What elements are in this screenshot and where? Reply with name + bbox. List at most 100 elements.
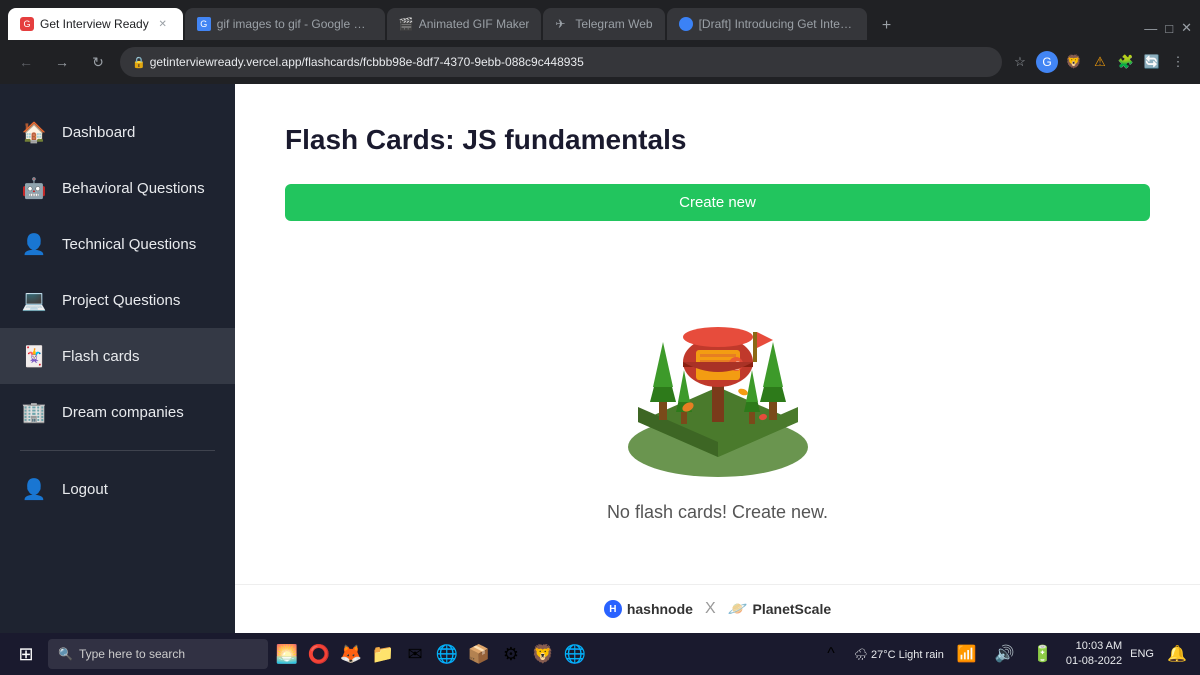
sidebar-label-flashcards: Flash cards — [62, 348, 140, 365]
profile-icon[interactable]: G — [1036, 51, 1058, 73]
sidebar-label-logout: Logout — [62, 481, 108, 498]
sidebar-item-flashcards[interactable]: 🃏 Flash cards — [0, 328, 235, 384]
sidebar-label-dashboard: Dashboard — [62, 124, 135, 141]
brave-icon[interactable]: 🦁 — [1064, 52, 1084, 72]
dashboard-icon: 🏠 — [20, 118, 48, 146]
sidebar-item-project[interactable]: 💻 Project Questions — [0, 272, 235, 328]
tab-bar-controls: — □ ✕ — [1144, 20, 1192, 40]
start-button[interactable]: ⊞ — [8, 636, 44, 672]
footer-hashnode: H hashnode — [604, 600, 693, 618]
tab-bar: G Get Interview Ready ✕ G gif images to … — [0, 0, 1200, 40]
lang-display: ENG — [1130, 648, 1154, 660]
back-button[interactable]: ← — [12, 48, 40, 76]
create-new-button[interactable]: Create new — [285, 184, 1150, 221]
address-text: getinterviewready.vercel.app/flashcards/… — [150, 55, 584, 69]
address-bar: ← → ↻ 🔒 getinterviewready.vercel.app/fla… — [0, 40, 1200, 84]
refresh-button[interactable]: ↻ — [84, 48, 112, 76]
tab-close-active[interactable]: ✕ — [155, 16, 171, 32]
tab-label-4: Telegram Web — [575, 17, 652, 31]
menu-icon[interactable]: ⋮ — [1168, 52, 1188, 72]
tab-favicon-4: ✈ — [555, 17, 569, 31]
taskbar-chevron-icon[interactable]: ^ — [816, 639, 846, 669]
taskbar-icon-8[interactable]: ⚙ — [496, 639, 526, 669]
taskbar-icon-4[interactable]: 📁 — [368, 639, 398, 669]
footer: H hashnode X 🪐 PlanetScale — [235, 584, 1200, 633]
search-icon: 🔍 — [58, 647, 73, 661]
footer-separator: X — [705, 600, 716, 618]
taskbar: ⊞ 🔍 Type here to search 🌅 ⭕ 🦊 📁 ✉ 🌐 📦 ⚙ … — [0, 633, 1200, 675]
taskbar-icon-6[interactable]: 🌐 — [432, 639, 462, 669]
date-display: 01-08-2022 — [1066, 654, 1122, 669]
taskbar-icon-chrome[interactable]: 🌐 — [560, 639, 590, 669]
sidebar-item-dream[interactable]: 🏢 Dream companies — [0, 384, 235, 440]
logout-icon: 👤 — [20, 475, 48, 503]
taskbar-icon-brave[interactable]: 🦁 — [528, 639, 558, 669]
sidebar-label-dream: Dream companies — [62, 404, 184, 421]
bookmark-icon[interactable]: ☆ — [1010, 52, 1030, 72]
taskbar-icon-5[interactable]: ✉ — [400, 639, 430, 669]
sidebar-label-behavioral: Behavioral Questions — [62, 180, 205, 197]
taskbar-battery-icon[interactable]: 🔋 — [1028, 639, 1058, 669]
hashnode-icon: H — [604, 600, 622, 618]
taskbar-app-icons: 🌅 ⭕ 🦊 📁 ✉ 🌐 📦 ⚙ 🦁 🌐 — [272, 639, 590, 669]
search-placeholder: Type here to search — [79, 647, 185, 661]
taskbar-notification-icon[interactable]: 🔔 — [1162, 639, 1192, 669]
planetscale-icon: 🪐 — [728, 599, 748, 619]
app-layout: 🏠 Dashboard 🤖 Behavioral Questions 👤 Tec… — [0, 84, 1200, 633]
tab-label-5: [Draft] Introducing Get Interview Rea... — [699, 17, 855, 31]
planetscale-label: PlanetScale — [753, 601, 832, 617]
taskbar-icon-2[interactable]: ⭕ — [304, 639, 334, 669]
sidebar-label-project: Project Questions — [62, 292, 180, 309]
new-tab-button[interactable]: + — [873, 12, 901, 40]
close-button[interactable]: ✕ — [1181, 20, 1192, 36]
tab-label-2: gif images to gif - Google Search — [217, 17, 373, 31]
taskbar-right: ^ 🌧 27°C Light rain 📶 🔊 🔋 10:03 AM 01-08… — [816, 639, 1192, 670]
address-input[interactable]: 🔒 getinterviewready.vercel.app/flashcard… — [120, 47, 1002, 77]
time-display: 10:03 AM — [1066, 639, 1122, 654]
weather-icon: 🌧 — [854, 649, 868, 661]
main-content: Flash Cards: JS fundamentals Create new — [235, 84, 1200, 584]
maximize-button[interactable]: □ — [1165, 21, 1173, 36]
empty-state: @ No flash cards! Create new. — [285, 241, 1150, 544]
dream-icon: 🏢 — [20, 398, 48, 426]
tab-gif-search[interactable]: G gif images to gif - Google Search — [185, 8, 385, 40]
sidebar-item-technical[interactable]: 👤 Technical Questions — [0, 216, 235, 272]
extensions-icon[interactable]: 🧩 — [1116, 52, 1136, 72]
taskbar-icon-1[interactable]: 🌅 — [272, 639, 302, 669]
taskbar-icon-3[interactable]: 🦊 — [336, 639, 366, 669]
tab-gif-maker[interactable]: 🎬 Animated GIF Maker — [387, 8, 542, 40]
page-title: Flash Cards: JS fundamentals — [285, 124, 1150, 156]
sidebar-item-behavioral[interactable]: 🤖 Behavioral Questions — [0, 160, 235, 216]
sidebar-item-logout[interactable]: 👤 Logout — [0, 461, 235, 517]
project-icon: 💻 — [20, 286, 48, 314]
tab-label-3: Animated GIF Maker — [419, 17, 530, 31]
empty-illustration: @ — [588, 262, 848, 482]
taskbar-volume-icon[interactable]: 🔊 — [990, 639, 1020, 669]
hashnode-label: hashnode — [627, 601, 693, 617]
tab-favicon-2: G — [197, 17, 211, 31]
tab-draft[interactable]: [Draft] Introducing Get Interview Rea... — [667, 8, 867, 40]
footer-planetscale: 🪐 PlanetScale — [728, 599, 832, 619]
tab-telegram[interactable]: ✈ Telegram Web — [543, 8, 664, 40]
behavioral-icon: 🤖 — [20, 174, 48, 202]
minimize-button[interactable]: — — [1144, 21, 1157, 36]
taskbar-icon-7[interactable]: 📦 — [464, 639, 494, 669]
sync-icon[interactable]: 🔄 — [1142, 52, 1162, 72]
sidebar-item-dashboard[interactable]: 🏠 Dashboard — [0, 104, 235, 160]
weather-text: 27°C Light rain — [871, 649, 944, 661]
content-area: Flash Cards: JS fundamentals Create new — [235, 84, 1200, 633]
sidebar: 🏠 Dashboard 🤖 Behavioral Questions 👤 Tec… — [0, 84, 235, 633]
tab-favicon-3: 🎬 — [399, 17, 413, 31]
taskbar-time[interactable]: 10:03 AM 01-08-2022 — [1066, 639, 1122, 670]
empty-state-text: No flash cards! Create new. — [607, 502, 828, 523]
taskbar-weather: 🌧 27°C Light rain — [854, 648, 944, 661]
taskbar-network-icon[interactable]: 📶 — [952, 639, 982, 669]
tab-favicon-5 — [679, 17, 693, 31]
taskbar-search[interactable]: 🔍 Type here to search — [48, 639, 268, 669]
forward-button[interactable]: → — [48, 48, 76, 76]
tab-active[interactable]: G Get Interview Ready ✕ — [8, 8, 183, 40]
browser-right-icons: ☆ G 🦁 ⚠ 🧩 🔄 ⋮ — [1010, 51, 1188, 73]
warning-icon[interactable]: ⚠ — [1090, 52, 1110, 72]
lock-icon: 🔒 — [132, 56, 146, 69]
flashcards-icon: 🃏 — [20, 342, 48, 370]
